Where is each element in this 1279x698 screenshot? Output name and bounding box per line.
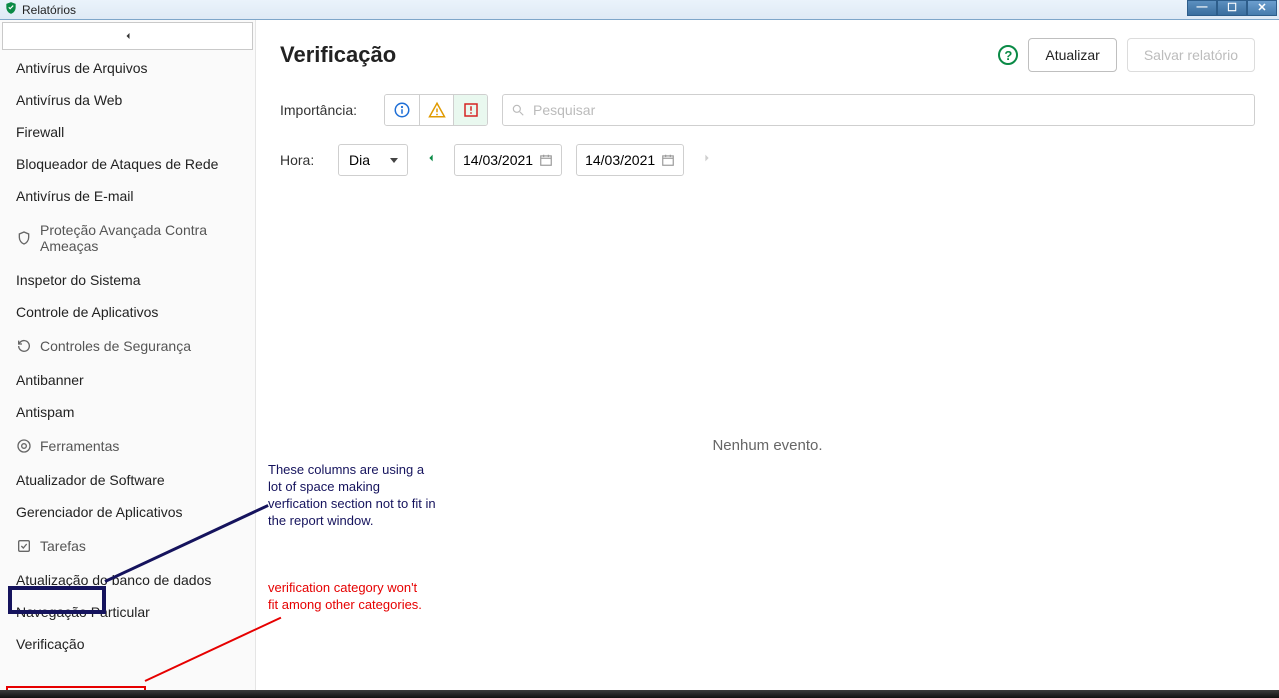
sidebar-section-label: Controles de Segurança [40, 338, 191, 354]
collapse-sidebar-button[interactable] [2, 22, 253, 50]
calendar-icon [539, 153, 553, 167]
sidebar-item-label: Controle de Aplicativos [16, 304, 158, 320]
date-value: 14/03/2021 [585, 152, 655, 168]
sidebar-item-web-antivirus[interactable]: Antivírus da Web [0, 84, 255, 116]
sidebar-item-app-control[interactable]: Controle de Aplicativos [0, 296, 255, 328]
sidebar: Antivírus de Arquivos Antivírus da Web F… [0, 20, 256, 690]
date-next-button [698, 151, 716, 170]
main-content: Verificação ? Atualizar Salvar relatório… [256, 20, 1279, 690]
sidebar-item-label: Firewall [16, 124, 64, 140]
date-value: 14/03/2021 [463, 152, 533, 168]
date-from-picker[interactable]: 14/03/2021 [454, 144, 562, 176]
minimize-button[interactable]: — [1187, 0, 1217, 16]
sidebar-item-label: Antivírus da Web [16, 92, 122, 108]
sidebar-item-firewall[interactable]: Firewall [0, 116, 255, 148]
sidebar-item-label: Gerenciador de Aplicativos [16, 504, 183, 520]
select-value: Dia [349, 152, 370, 168]
time-range-select[interactable]: Dia [338, 144, 408, 176]
importance-label: Importância: [280, 102, 370, 118]
search-box[interactable] [502, 94, 1255, 126]
sidebar-item-label: Atualizador de Software [16, 472, 165, 488]
search-input[interactable] [531, 101, 1246, 119]
at-icon [16, 438, 32, 454]
chevron-left-icon [122, 30, 134, 42]
sidebar-item-antispam[interactable]: Antispam [0, 396, 255, 428]
sidebar-item-label: Bloqueador de Ataques de Rede [16, 156, 218, 172]
sidebar-item-app-manager[interactable]: Gerenciador de Aplicativos [0, 496, 255, 528]
search-icon [511, 103, 525, 117]
chevron-right-icon [702, 151, 712, 165]
annotation-text-red: verification category won't fit among ot… [268, 580, 428, 614]
sidebar-section-tools: Ferramentas [0, 428, 255, 464]
shield-outline-icon [16, 230, 32, 246]
sidebar-item-label: Navegação Particular [16, 604, 150, 620]
sidebar-item-private-browsing[interactable]: Navegação Particular [0, 596, 255, 628]
time-label: Hora: [280, 152, 324, 168]
sidebar-item-file-antivirus[interactable]: Antivírus de Arquivos [0, 52, 255, 84]
info-icon [393, 101, 411, 119]
sidebar-section-label: Proteção Avançada Contra Ameaças [40, 222, 239, 254]
maximize-button[interactable]: ☐ [1217, 0, 1247, 16]
severity-info-button[interactable] [385, 95, 419, 125]
button-label: Salvar relatório [1144, 47, 1238, 63]
taskbar [0, 690, 1279, 698]
calendar-icon [661, 153, 675, 167]
sidebar-item-mail-antivirus[interactable]: Antivírus de E-mail [0, 180, 255, 212]
page-title: Verificação [280, 42, 396, 68]
chevron-left-icon [426, 151, 436, 165]
check-square-icon [16, 538, 32, 554]
sidebar-item-label: Antibanner [16, 372, 84, 388]
date-to-picker[interactable]: 14/03/2021 [576, 144, 684, 176]
sidebar-section-security-controls: Controles de Segurança [0, 328, 255, 364]
titlebar: Relatórios — ☐ ✕ [0, 0, 1279, 20]
close-button[interactable]: ✕ [1247, 0, 1277, 16]
refresh-button[interactable]: Atualizar [1028, 38, 1116, 72]
sidebar-section-advanced-protection: Proteção Avançada Contra Ameaças [0, 212, 255, 264]
sidebar-item-system-watcher[interactable]: Inspetor do Sistema [0, 264, 255, 296]
severity-filter [384, 94, 488, 126]
sidebar-item-label: Verificação [16, 636, 84, 652]
critical-icon [462, 101, 480, 119]
sidebar-item-antibanner[interactable]: Antibanner [0, 364, 255, 396]
save-report-button: Salvar relatório [1127, 38, 1255, 72]
warning-icon [428, 101, 446, 119]
sidebar-item-label: Antivírus de E-mail [16, 188, 133, 204]
help-button[interactable]: ? [998, 45, 1018, 65]
app-shield-icon [4, 1, 18, 18]
severity-critical-button[interactable] [453, 95, 487, 125]
severity-warning-button[interactable] [419, 95, 453, 125]
window-title: Relatórios [22, 3, 76, 17]
empty-text: Nenhum evento. [712, 437, 822, 454]
button-label: Atualizar [1045, 47, 1099, 63]
sidebar-item-label: Antivírus de Arquivos [16, 60, 148, 76]
sidebar-item-label: Inspetor do Sistema [16, 272, 141, 288]
sidebar-item-network-attack-blocker[interactable]: Bloqueador de Ataques de Rede [0, 148, 255, 180]
sidebar-section-tasks: Tarefas [0, 528, 255, 564]
sidebar-section-label: Ferramentas [40, 438, 119, 454]
sidebar-item-software-updater[interactable]: Atualizador de Software [0, 464, 255, 496]
sidebar-item-label: Antispam [16, 404, 74, 420]
date-prev-button[interactable] [422, 151, 440, 170]
annotation-text-blue: These columns are using a lot of space m… [268, 462, 438, 530]
sidebar-item-scan[interactable]: Verificação [0, 628, 255, 660]
sidebar-section-label: Tarefas [40, 538, 86, 554]
refresh-icon [16, 338, 32, 354]
